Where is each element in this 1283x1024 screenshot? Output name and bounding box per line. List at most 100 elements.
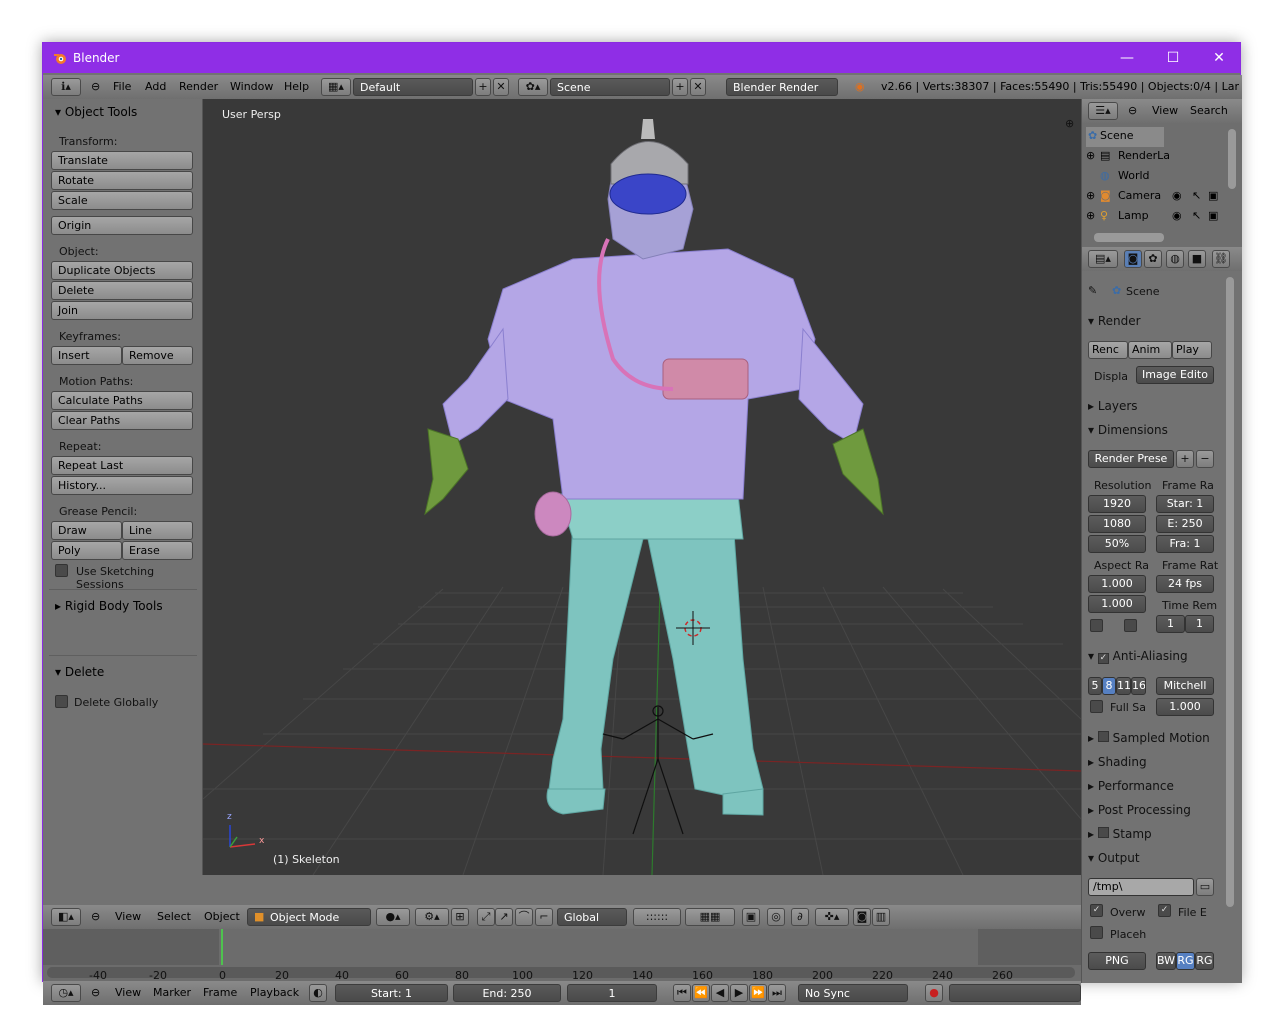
jump-end-icon[interactable]: ⏭: [768, 984, 786, 1002]
layers-panel-header[interactable]: ▸ Layers: [1088, 399, 1216, 413]
aa-sample-16[interactable]: 16: [1131, 677, 1146, 695]
editor-type-properties-icon[interactable]: ▤▴: [1088, 250, 1118, 268]
jump-start-icon[interactable]: ⏮: [673, 984, 691, 1002]
scene-icon[interactable]: ✿▴: [518, 78, 548, 96]
outliner-item-renderlayers[interactable]: ⊕ ▤ RenderLa: [1086, 147, 1224, 167]
record-icon[interactable]: ●: [925, 984, 943, 1002]
remove-scene-icon[interactable]: ✕: [690, 78, 706, 96]
eye-icon[interactable]: ◉: [1172, 189, 1182, 202]
outliner-item-world[interactable]: ◍ World: [1086, 167, 1224, 187]
aspect-x-field[interactable]: 1.000: [1088, 575, 1146, 593]
outliner-view-menu[interactable]: View: [1152, 104, 1178, 117]
layer-grid-icon[interactable]: ▦▦: [685, 908, 735, 926]
stamp-checkbox[interactable]: [1097, 827, 1109, 838]
erase-button[interactable]: Erase: [122, 541, 193, 560]
delete-globally-checkbox[interactable]: [55, 695, 68, 708]
anti-aliasing-panel-header[interactable]: ▾ ✓ Anti-Aliasing: [1088, 649, 1216, 664]
proportional-edit-icon[interactable]: ◎: [767, 908, 785, 926]
eye-icon[interactable]: ◉: [1172, 209, 1182, 222]
scale-button[interactable]: Scale: [51, 191, 193, 210]
poly-button[interactable]: Poly: [51, 541, 122, 560]
rotate-button[interactable]: Rotate: [51, 171, 193, 190]
duplicate-objects-button[interactable]: Duplicate Objects: [51, 261, 193, 280]
output-path-field[interactable]: /tmp\: [1088, 878, 1194, 896]
editor-type-timeline-icon[interactable]: ◷▴: [51, 984, 81, 1002]
color-bw-button[interactable]: BW: [1156, 952, 1176, 970]
aa-checkbox[interactable]: ✓: [1097, 653, 1109, 664]
frame-end-field[interactable]: E: 250: [1156, 515, 1214, 533]
menu-file[interactable]: File: [113, 80, 131, 93]
layout-icon[interactable]: ▦▴: [321, 78, 351, 96]
outliner-item-scene[interactable]: ✿ Scene: [1086, 127, 1164, 147]
resolution-y-field[interactable]: 1080: [1088, 515, 1146, 533]
menu-render[interactable]: Render: [179, 80, 218, 93]
character-model[interactable]: [424, 119, 884, 816]
menu-view[interactable]: View: [115, 986, 141, 999]
outliner-search-menu[interactable]: Search: [1190, 104, 1228, 117]
sampled-motion-panel-header[interactable]: ▸ Sampled Motion: [1088, 731, 1216, 745]
menu-select[interactable]: Select: [157, 910, 191, 923]
aa-size-field[interactable]: 1.000: [1156, 698, 1214, 716]
frame-start-field[interactable]: Star: 1: [1156, 495, 1214, 513]
stamp-panel-header[interactable]: ▸ Stamp: [1088, 827, 1216, 841]
menu-marker[interactable]: Marker: [153, 986, 191, 999]
scene-layers-icon[interactable]: ::::::: [633, 908, 681, 926]
menu-frame[interactable]: Frame: [203, 986, 237, 999]
delete-button[interactable]: Delete: [51, 281, 193, 300]
resolution-x-field[interactable]: 1920: [1088, 495, 1146, 513]
join-button[interactable]: Join: [51, 301, 193, 320]
render-engine-select[interactable]: Blender Render: [726, 78, 838, 96]
render-panel-header[interactable]: ▾ Render: [1088, 314, 1216, 328]
menu-playback[interactable]: Playback: [250, 986, 299, 999]
frame-step-field[interactable]: Fra: 1: [1156, 535, 1214, 553]
insert-keyframe-button[interactable]: Insert: [51, 346, 122, 365]
aspect-y-field[interactable]: 1.000: [1088, 595, 1146, 613]
remap-new-field[interactable]: 1: [1185, 615, 1214, 633]
sketching-checkbox[interactable]: [55, 564, 68, 577]
menu-object[interactable]: Object: [204, 910, 240, 923]
color-rgb-button[interactable]: RG: [1176, 952, 1195, 970]
resolution-pct-field[interactable]: 50%: [1088, 535, 1146, 553]
cursor-select-icon[interactable]: ↖: [1192, 189, 1201, 202]
render-image-icon[interactable]: ◙: [853, 908, 871, 926]
sampled-motion-checkbox[interactable]: [1097, 731, 1109, 742]
start-frame-field[interactable]: Start: 1: [335, 984, 448, 1002]
editor-type-outliner-icon[interactable]: ☰▴: [1088, 102, 1118, 120]
aa-sample-5[interactable]: 5: [1088, 677, 1102, 695]
aa-sample-11[interactable]: 11: [1116, 677, 1131, 695]
menu-view[interactable]: View: [115, 910, 141, 923]
menu-window[interactable]: Window: [230, 80, 273, 93]
outliner[interactable]: ☰▴ ⊖ View Search ✿ Scene ⊕ ▤ RenderLa ◍ Worl…: [1082, 99, 1242, 247]
performance-panel-header[interactable]: ▸ Performance: [1088, 779, 1216, 793]
collapse-icon[interactable]: ⊖: [91, 986, 100, 999]
remove-layout-icon[interactable]: ✕: [493, 78, 509, 96]
display-select[interactable]: Image Edito: [1136, 366, 1214, 384]
add-layout-icon[interactable]: +: [475, 78, 491, 96]
render-anim-icon[interactable]: ▥: [872, 908, 890, 926]
clear-paths-button[interactable]: Clear Paths: [51, 411, 193, 430]
outliner-h-scrollbar[interactable]: [1094, 233, 1164, 242]
outliner-item-camera[interactable]: ⊕ ◙ Camera ◉ ↖ ▣: [1086, 187, 1224, 207]
remove-preset-icon[interactable]: −: [1196, 450, 1214, 468]
object-context-icon[interactable]: ■: [1188, 250, 1206, 268]
editor-type-3d-icon[interactable]: ◧▴: [51, 908, 81, 926]
dimensions-panel-header[interactable]: ▾ Dimensions: [1088, 423, 1216, 437]
minimize-button[interactable]: —: [1104, 43, 1150, 73]
remap-old-field[interactable]: 1: [1156, 615, 1185, 633]
orientation-select[interactable]: Global: [557, 908, 627, 926]
timeline-area[interactable]: -40 -20 0 20 40 60 80 100 120 140 160 18…: [43, 929, 1081, 982]
timeline-scrollbar[interactable]: [47, 967, 1075, 978]
render-camera-icon[interactable]: ▣: [1208, 209, 1218, 222]
maximize-button[interactable]: ☐: [1150, 43, 1196, 73]
3d-viewport[interactable]: User Persp z x (1) Skeleton ⊕: [203, 99, 1081, 875]
add-scene-icon[interactable]: +: [672, 78, 688, 96]
output-panel-header[interactable]: ▾ Output: [1088, 851, 1216, 865]
object-tools-panel-header[interactable]: ▾ Object Tools: [55, 105, 137, 119]
collapse-icon[interactable]: ⊖: [1128, 104, 1137, 117]
draw-button[interactable]: Draw: [51, 521, 122, 540]
expand-icon[interactable]: ⊕: [1086, 209, 1095, 222]
origin-button[interactable]: Origin: [51, 216, 193, 235]
folder-icon[interactable]: ▭: [1196, 878, 1214, 896]
play-button[interactable]: Play: [1172, 341, 1212, 359]
current-frame-field[interactable]: 1: [567, 984, 657, 1002]
